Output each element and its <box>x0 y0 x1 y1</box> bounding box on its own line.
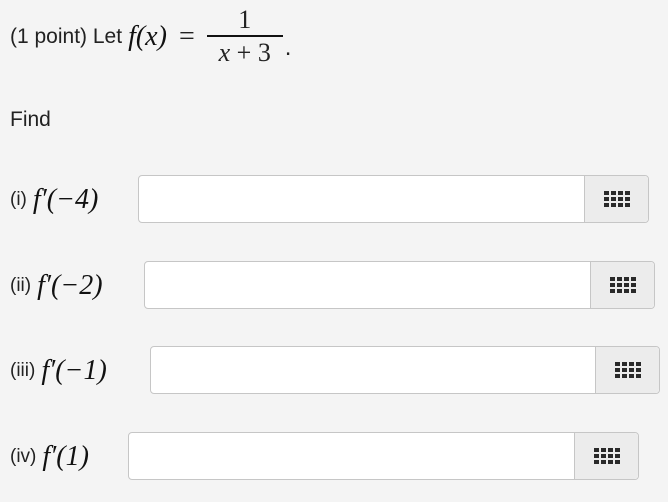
math-keypad-icon <box>614 362 641 378</box>
part-ii-answer-box <box>144 261 655 309</box>
part-iii-answer-input[interactable] <box>151 347 595 393</box>
function-lhs: f(x) <box>128 21 167 52</box>
part-expression: f′(−1) <box>41 355 107 386</box>
part-iv-answer-input[interactable] <box>129 433 574 479</box>
part-iv-label: (iv) f′(1) <box>10 441 89 473</box>
denominator-constant: + 3 <box>230 38 271 67</box>
part-number: (ii) <box>10 275 32 296</box>
part-expression: f′(−4) <box>32 184 99 215</box>
part-number: (iv) <box>10 446 37 467</box>
part-ii-keypad-button[interactable] <box>590 262 654 308</box>
part-ii-answer-input[interactable] <box>145 262 590 308</box>
fraction: 1 x + 3 <box>206 5 283 69</box>
part-i-row: (i) f′(−4) <box>10 175 98 225</box>
part-iii-answer-box <box>150 346 660 394</box>
page: (1 point) Let f(x) = 1 x + 3 . Find (i) … <box>0 0 668 502</box>
part-iv-answer-box <box>128 432 639 480</box>
part-i-answer-box <box>138 175 649 223</box>
problem-prefix: (1 point) Let <box>10 25 123 48</box>
math-keypad-icon <box>593 448 620 464</box>
denominator-variable: x <box>218 38 231 67</box>
part-iv-keypad-button[interactable] <box>574 433 638 479</box>
part-expression: f′(−2) <box>37 270 103 301</box>
part-i-keypad-button[interactable] <box>584 176 648 222</box>
part-number: (iii) <box>10 360 36 381</box>
sentence-period: . <box>284 34 292 61</box>
part-ii-label: (ii) f′(−2) <box>10 270 103 302</box>
fraction-numerator: 1 <box>238 5 252 34</box>
math-keypad-icon <box>603 191 630 207</box>
part-number: (i) <box>10 189 27 210</box>
part-iii-keypad-button[interactable] <box>595 347 659 393</box>
part-i-label: (i) f′(−4) <box>10 184 98 216</box>
equals-sign: = <box>178 21 195 52</box>
part-iv-row: (iv) f′(1) <box>10 432 89 482</box>
part-ii-row: (ii) f′(−2) <box>10 261 103 311</box>
math-keypad-icon <box>609 277 636 293</box>
find-label: Find <box>10 108 51 131</box>
problem-statement: (1 point) Let f(x) = 1 x + 3 . <box>10 4 291 70</box>
part-iii-row: (iii) f′(−1) <box>10 346 107 396</box>
part-i-answer-input[interactable] <box>139 176 584 222</box>
part-expression: f′(1) <box>42 441 89 472</box>
fraction-denominator: x + 3 <box>215 37 275 69</box>
part-iii-label: (iii) f′(−1) <box>10 355 107 387</box>
